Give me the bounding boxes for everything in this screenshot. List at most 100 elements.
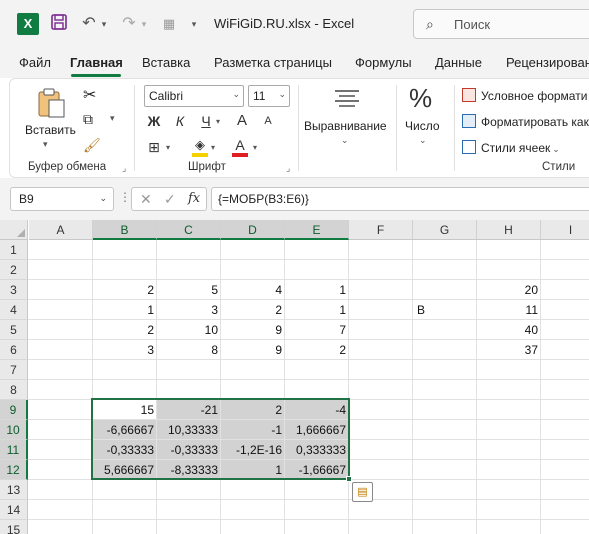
row-header-3[interactable]: 3 <box>0 280 28 300</box>
redo-icon[interactable]: ↷ <box>118 13 140 35</box>
cell-d5[interactable]: 9 <box>221 320 285 340</box>
tab-insert[interactable]: Вставка <box>142 55 190 70</box>
format-painter-icon[interactable]: 🖌 <box>83 137 101 154</box>
row-header-5[interactable]: 5 <box>0 320 28 340</box>
row-header-7[interactable]: 7 <box>0 360 28 380</box>
column-header-g[interactable]: G <box>413 220 477 240</box>
number-dropdown-icon[interactable]: ⌄ <box>419 135 427 146</box>
column-header-f[interactable]: F <box>349 220 413 240</box>
cell-h6[interactable]: 37 <box>477 340 541 360</box>
cancel-icon[interactable]: ✕ <box>140 191 152 208</box>
cell-d3[interactable]: 4 <box>221 280 285 300</box>
tab-page-layout[interactable]: Разметка страницы <box>214 55 332 70</box>
copy-dropdown-icon[interactable]: ▾ <box>110 113 115 124</box>
cell-g4[interactable]: B <box>413 300 477 320</box>
borders-icon[interactable]: ⊞ <box>144 137 164 157</box>
column-header-c[interactable]: C <box>157 220 221 240</box>
cell-b4[interactable]: 1 <box>93 300 157 320</box>
tab-file[interactable]: Файл <box>19 55 51 70</box>
column-header-e[interactable]: E <box>285 220 349 240</box>
row-header-12[interactable]: 12 <box>0 460 28 480</box>
cell-h5[interactable]: 40 <box>477 320 541 340</box>
redo-dropdown-icon[interactable]: ▾ <box>138 13 150 35</box>
cell-styles-button[interactable]: Стили ячеек ⌄ <box>462 140 560 155</box>
copy-icon[interactable]: ⧉ <box>83 111 93 128</box>
fill-color-dropdown-icon[interactable]: ▾ <box>211 143 215 152</box>
column-header-a[interactable]: A <box>29 220 93 240</box>
number-format-button[interactable]: Число <box>405 119 440 133</box>
italic-button[interactable]: К <box>170 111 190 131</box>
name-box[interactable]: B9 ⌄ <box>10 187 114 211</box>
column-header-b[interactable]: B <box>93 220 157 240</box>
tab-review[interactable]: Рецензирован <box>506 55 589 70</box>
alignment-dropdown-icon[interactable]: ⌄ <box>341 135 349 146</box>
undo-icon[interactable]: ↶ <box>78 13 100 35</box>
underline-button[interactable]: Ч <box>196 111 216 131</box>
tab-home[interactable]: Главная <box>70 55 123 70</box>
row-header-13[interactable]: 13 <box>0 480 28 500</box>
save-icon[interactable] <box>48 13 70 35</box>
column-header-i[interactable]: I <box>541 220 589 240</box>
cell-b6[interactable]: 3 <box>93 340 157 360</box>
row-header-11[interactable]: 11 <box>0 440 28 460</box>
cell-e6[interactable]: 2 <box>285 340 349 360</box>
row-header-14[interactable]: 14 <box>0 500 28 520</box>
clipboard-launcher-icon[interactable]: ⌟ <box>122 163 126 174</box>
paste-button[interactable]: Вставить <box>25 123 76 137</box>
formula-bar-grip-icon[interactable]: ⋮ <box>119 190 131 204</box>
row-header-6[interactable]: 6 <box>0 340 28 360</box>
undo-dropdown-icon[interactable]: ▾ <box>98 13 110 35</box>
cell-d6[interactable]: 9 <box>221 340 285 360</box>
quick-analysis-icon[interactable]: ▤ <box>352 482 373 502</box>
row-header-4[interactable]: 4 <box>0 300 28 320</box>
calculator-icon[interactable]: ▦ <box>158 13 180 35</box>
borders-dropdown-icon[interactable]: ▾ <box>166 143 170 152</box>
fill-color-icon[interactable]: ◈ <box>190 135 210 155</box>
cell-d4[interactable]: 2 <box>221 300 285 320</box>
row-header-10[interactable]: 10 <box>0 420 28 440</box>
alignment-icon[interactable] <box>333 89 361 112</box>
enter-icon[interactable]: ✓ <box>164 191 176 208</box>
cell-c3[interactable]: 5 <box>157 280 221 300</box>
paste-icon[interactable] <box>36 87 66 122</box>
conditional-formatting-button[interactable]: Условное формати <box>462 88 587 103</box>
font-launcher-icon[interactable]: ⌟ <box>286 163 290 174</box>
cell-c5[interactable]: 10 <box>157 320 221 340</box>
formula-input[interactable]: {=МОБР(B3:E6)} <box>211 187 589 211</box>
font-color-dropdown-icon[interactable]: ▾ <box>253 143 257 152</box>
search-box[interactable]: ⌕ Поиск <box>413 9 589 39</box>
fill-handle[interactable] <box>346 476 352 482</box>
font-color-icon[interactable]: A <box>230 135 250 155</box>
row-header-2[interactable]: 2 <box>0 260 28 280</box>
cell-h3[interactable]: 20 <box>477 280 541 300</box>
row-header-8[interactable]: 8 <box>0 380 28 400</box>
column-header-d[interactable]: D <box>221 220 285 240</box>
column-header-h[interactable]: H <box>477 220 541 240</box>
row-header-1[interactable]: 1 <box>0 240 28 260</box>
cell-c6[interactable]: 8 <box>157 340 221 360</box>
percent-icon[interactable]: % <box>409 83 432 114</box>
increase-font-size-button[interactable]: A <box>232 111 252 131</box>
tab-formulas[interactable]: Формулы <box>355 55 412 70</box>
tab-data[interactable]: Данные <box>435 55 482 70</box>
bold-button[interactable]: Ж <box>144 111 164 131</box>
row-header-15[interactable]: 15 <box>0 520 28 534</box>
cut-icon[interactable]: ✂ <box>83 85 96 105</box>
cell-c4[interactable]: 3 <box>157 300 221 320</box>
font-name-select[interactable]: Calibri ⌄ <box>144 85 244 107</box>
alignment-button[interactable]: Выравнивание <box>304 119 387 133</box>
format-as-table-button[interactable]: Форматировать как <box>462 114 589 129</box>
cell-b3[interactable]: 2 <box>93 280 157 300</box>
insert-function-icon[interactable]: fx <box>188 191 200 206</box>
decrease-font-size-button[interactable]: A <box>258 111 278 131</box>
underline-dropdown-icon[interactable]: ▾ <box>216 117 220 126</box>
cell-e3[interactable]: 1 <box>285 280 349 300</box>
cell-e5[interactable]: 7 <box>285 320 349 340</box>
cell-e4[interactable]: 1 <box>285 300 349 320</box>
cell-h4[interactable]: 11 <box>477 300 541 320</box>
paste-dropdown-icon[interactable]: ▾ <box>43 139 48 150</box>
worksheet-grid[interactable]: A B C D E F G H I 1 2 3 4 5 6 7 8 9 10 11 12 13 14 15 2 5 4 1 20 1 3 2 1… <box>0 220 589 534</box>
customize-toolbar-icon[interactable]: ▾ <box>188 13 200 35</box>
font-size-select[interactable]: 11 ⌄ <box>248 85 290 107</box>
row-header-9[interactable]: 9 <box>0 400 28 420</box>
